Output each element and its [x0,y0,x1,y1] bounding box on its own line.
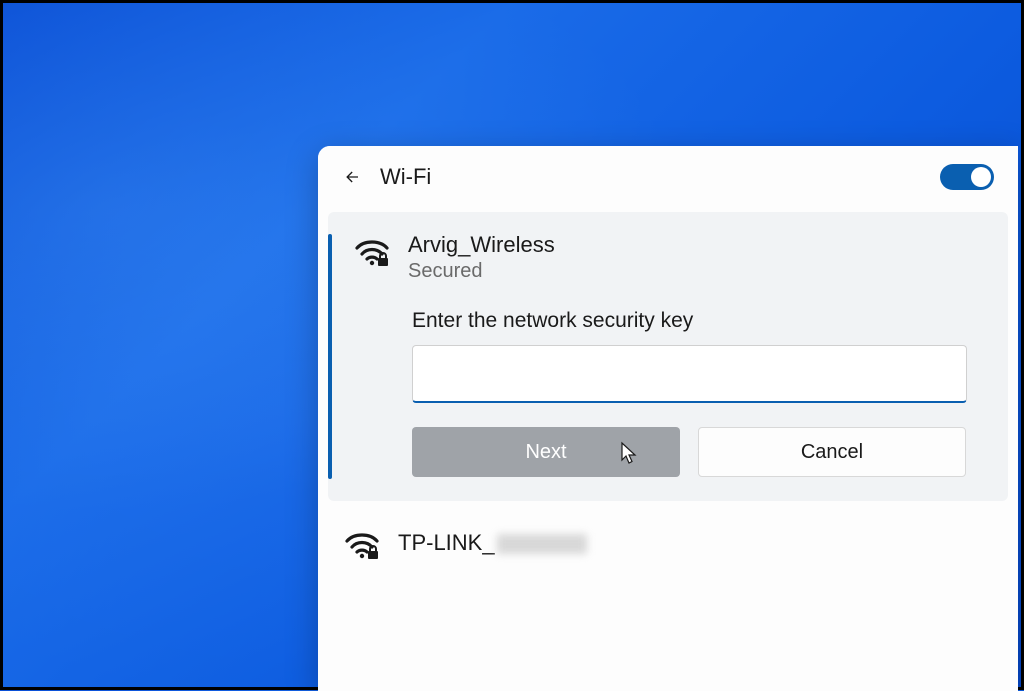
network-info: Arvig_Wireless Secured [408,232,555,283]
network-header[interactable]: Arvig_Wireless Secured [354,232,984,283]
panel-title: Wi-Fi [380,164,431,190]
redacted-text [497,534,587,554]
password-prompt-label: Enter the network security key [412,309,984,333]
wifi-flyout-panel: Wi-Fi Arvig_Wireless Secured [318,146,1018,691]
selected-network-card: Arvig_Wireless Secured Enter the network… [328,212,1008,501]
network-name: Arvig_Wireless [408,232,555,258]
button-row: Next Cancel [412,427,984,477]
password-prompt-section: Enter the network security key Next Canc… [412,309,984,477]
selection-accent-bar [328,234,332,479]
network-password-input[interactable] [412,345,967,403]
wifi-secured-icon [344,529,380,561]
cancel-button[interactable]: Cancel [698,427,966,477]
other-network-name: TP-LINK_ [398,530,587,556]
cancel-button-label: Cancel [801,441,863,464]
network-list-item[interactable]: TP-LINK_ [318,501,1018,571]
wifi-secured-icon [354,236,390,268]
wifi-toggle[interactable] [940,164,994,190]
toggle-knob [971,167,991,187]
back-button[interactable] [342,166,364,188]
network-status: Secured [408,260,555,283]
panel-header: Wi-Fi [318,146,1018,206]
next-button[interactable]: Next [412,427,680,477]
other-network-name-text: TP-LINK_ [398,530,495,555]
header-left-group: Wi-Fi [342,164,431,190]
next-button-label: Next [525,441,566,464]
arrow-left-icon [343,167,363,187]
mouse-cursor-icon [620,441,638,465]
